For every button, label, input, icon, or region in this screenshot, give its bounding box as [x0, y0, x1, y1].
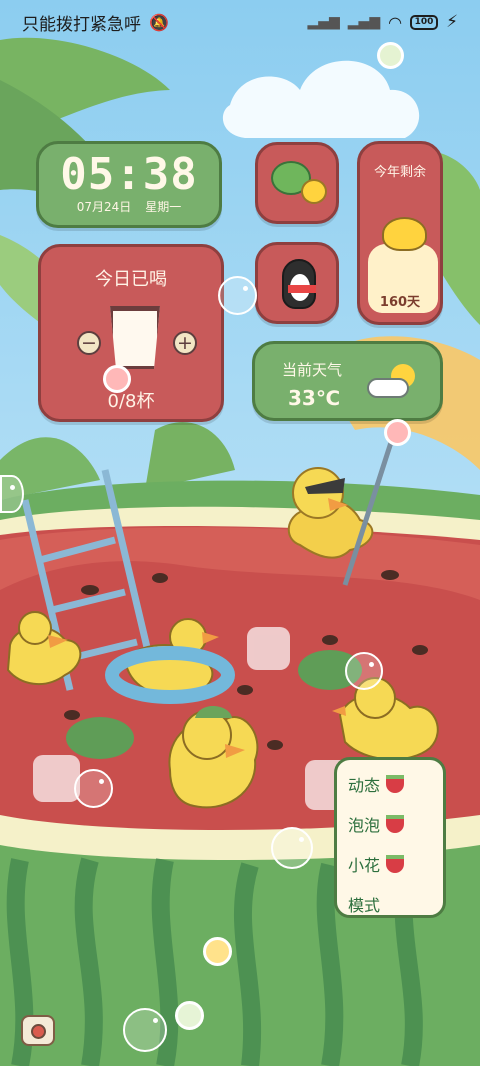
flower-icon — [203, 937, 232, 966]
flower-icon — [175, 1001, 204, 1030]
camera-icon — [31, 1024, 46, 1039]
duck-icon — [382, 217, 427, 251]
weather-widget[interactable]: 当前天气 33℃ — [252, 341, 443, 421]
bubble-decoration — [271, 827, 313, 869]
menu-item-dynamic[interactable]: 动态 — [348, 772, 432, 796]
bubble-decoration — [74, 769, 113, 808]
plus-icon: + — [177, 332, 193, 354]
water-title: 今日已喝 — [95, 269, 167, 290]
charging-icon: ⚡ — [446, 12, 458, 32]
water-minus-button[interactable]: − — [77, 331, 101, 355]
water-tracker-widget[interactable]: 今日已喝 − + 0/8杯 — [38, 244, 224, 422]
carrier-status: 只能拨打紧急呼 — [22, 14, 141, 35]
partly-sunny-icon — [367, 364, 415, 398]
menu-item-label: 模式 — [348, 896, 381, 915]
flower-icon — [384, 419, 411, 446]
weather-title: 当前天气 — [282, 361, 343, 379]
menu-item-flowers[interactable]: 小花 — [348, 852, 432, 876]
wifi-icon: ◠ — [388, 12, 403, 32]
menu-item-label: 泡泡 — [348, 816, 381, 835]
clock-widget[interactable]: 05:38 07月24日 星期一 — [36, 141, 222, 228]
status-bar: 只能拨打紧急呼 🔕 ▂▄▆ ▂▄▆ ◠ 100 ⚡ — [0, 0, 480, 44]
menu-item-bubbles[interactable]: 泡泡 — [348, 812, 432, 836]
camera-shortcut[interactable] — [21, 1015, 55, 1046]
countdown-days: 160天 — [379, 295, 421, 310]
battery-indicator: 100 — [410, 14, 439, 30]
wechat-like-app[interactable] — [255, 142, 339, 224]
signal-icon: ▂▄▆ — [307, 14, 340, 30]
watermelon-icon — [386, 855, 405, 873]
minus-icon: − — [81, 332, 97, 354]
watermelon-icon — [386, 775, 405, 793]
year-countdown-widget[interactable]: 今年剩余 160天 — [357, 141, 443, 325]
menu-item-label: 动态 — [348, 776, 381, 795]
clock-time: 05:38 — [60, 149, 198, 200]
watermelon-icon — [386, 815, 405, 833]
signal-icon-secondary: ▂▄▆ — [347, 14, 381, 30]
clock-date: 07月24日 — [76, 200, 132, 214]
cup-icon — [110, 306, 160, 369]
status-right: ▂▄▆ ▂▄▆ ◠ 100 ⚡ — [307, 12, 458, 32]
penguin-app[interactable] — [255, 242, 339, 324]
flower-icon — [103, 365, 131, 393]
effects-menu: 动态 泡泡 小花 模式 — [334, 757, 446, 918]
menu-item-label: 小花 — [348, 856, 381, 875]
weather-temperature: 33℃ — [288, 386, 341, 410]
bubble-decoration — [218, 276, 257, 315]
clock-date-row: 07月24日 星期一 — [49, 198, 209, 215]
bubble-decoration — [123, 1008, 167, 1052]
bell-muted-icon: 🔕 — [149, 12, 169, 32]
flower-icon — [377, 42, 404, 69]
water-plus-button[interactable]: + — [173, 331, 197, 355]
bubble-decoration — [0, 475, 24, 513]
water-count: 0/8杯 — [107, 391, 155, 412]
menu-item-mode[interactable]: 模式 — [348, 892, 432, 916]
clock-weekday: 星期一 — [145, 200, 182, 214]
bubble-decoration — [345, 652, 383, 690]
countdown-title: 今年剩余 — [373, 165, 426, 180]
penguin-icon — [282, 259, 316, 309]
duck-chat-icon — [301, 179, 327, 204]
